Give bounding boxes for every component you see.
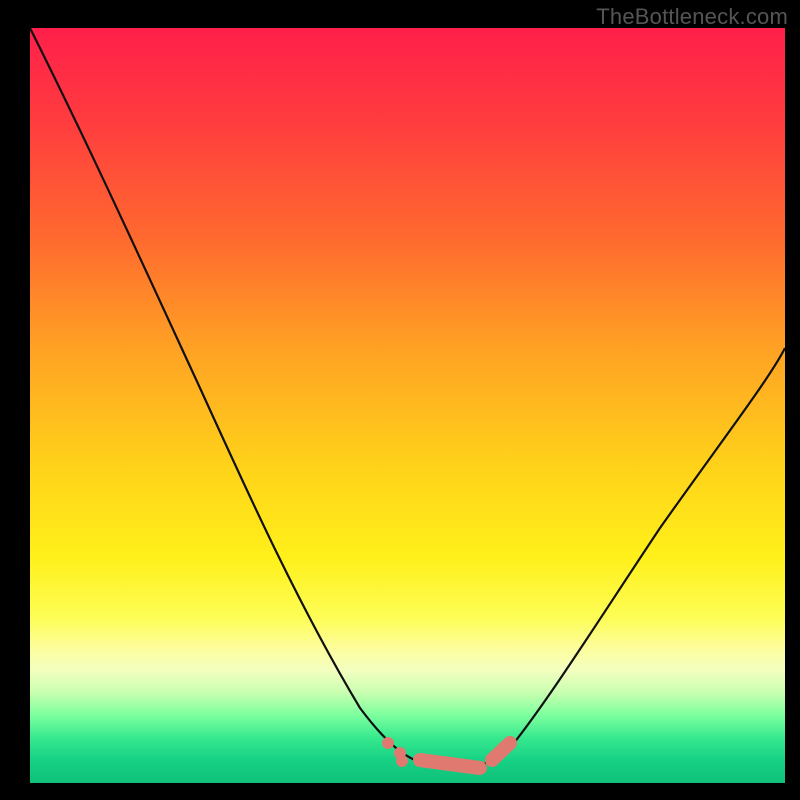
plot-area <box>30 28 785 783</box>
highlight-segment-right <box>492 743 510 760</box>
chart-stage: TheBottleneck.com <box>0 0 800 800</box>
bottleneck-curve <box>30 28 785 768</box>
bead-dot <box>396 755 408 767</box>
watermark-text: TheBottleneck.com <box>596 4 788 30</box>
curve-layer <box>30 28 785 783</box>
bead-dot <box>382 737 394 749</box>
highlight-segment <box>420 760 480 768</box>
